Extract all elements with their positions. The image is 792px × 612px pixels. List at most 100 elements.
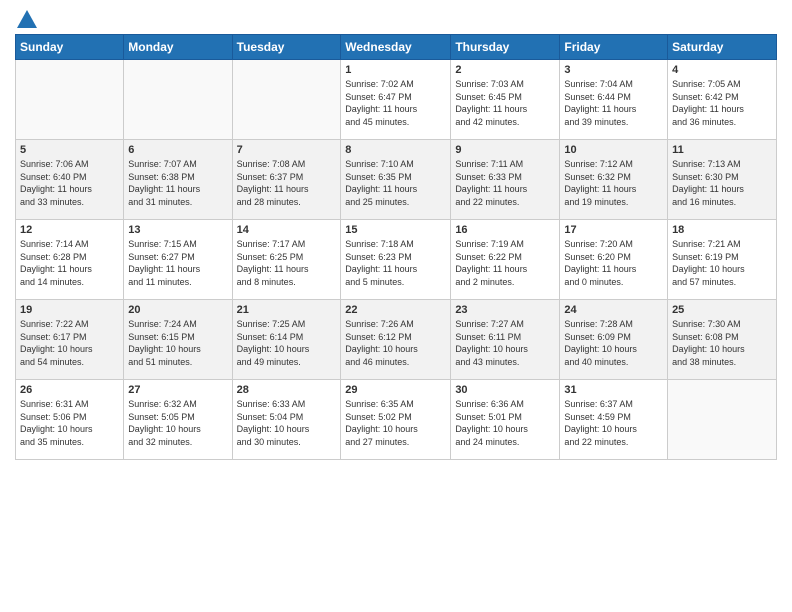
day-number: 2 — [455, 64, 555, 76]
day-info: Sunrise: 7:06 AM Sunset: 6:40 PM Dayligh… — [20, 158, 119, 208]
week-row-3: 12 Sunrise: 7:14 AM Sunset: 6:28 PM Dayli… — [16, 220, 777, 300]
day-number: 30 — [455, 384, 555, 396]
day-number: 14 — [237, 224, 337, 236]
day-cell: 13Sunrise: 7:15 AM Sunset: 6:27 PM Dayli… — [124, 220, 232, 300]
day-number: 29 — [345, 384, 446, 396]
day-info: Sunrise: 7:10 AM Sunset: 6:35 PM Dayligh… — [345, 158, 446, 208]
day-number: 7 — [237, 144, 337, 156]
day-info: Sunrise: 6:36 AM Sunset: 5:01 PM Dayligh… — [455, 398, 555, 448]
day-info: Sunrise: 7:14 AM Sunset: 6:28 PM Dayligh… — [20, 238, 119, 288]
day-number: 28 — [237, 384, 337, 396]
day-number: 19 — [20, 304, 119, 316]
logo-triangle-icon — [17, 10, 37, 28]
day-info: Sunrise: 6:31 AM Sunset: 5:06 PM Dayligh… — [20, 398, 119, 448]
day-header-tuesday: Tuesday — [232, 35, 341, 60]
day-cell: 19 Sunrise: 7:22 AM Sunset: 6:17 PM Dayli… — [16, 300, 124, 380]
day-number: 26 — [20, 384, 119, 396]
day-cell: 29 Sunrise: 6:35 AM Sunset: 5:02 PM Dayli… — [341, 380, 451, 460]
day-number: 15 — [345, 224, 446, 236]
day-number: 9 — [455, 144, 555, 156]
day-cell: 27 Sunrise: 6:32 AM Sunset: 5:05 PM Dayli… — [124, 380, 232, 460]
day-cell: 11 Sunrise: 7:13 AM Sunset: 6:30 PM Dayli… — [668, 140, 777, 220]
day-info: Sunrise: 7:25 AM Sunset: 6:14 PM Dayligh… — [237, 318, 337, 368]
day-info: Sunrise: 6:32 AM Sunset: 5:05 PM Dayligh… — [128, 398, 227, 448]
day-number: 21 — [237, 304, 337, 316]
day-cell: 26 Sunrise: 6:31 AM Sunset: 5:06 PM Dayli… — [16, 380, 124, 460]
day-info: Sunrise: 7:20 AM Sunset: 6:20 PM Dayligh… — [564, 238, 663, 288]
day-cell: 21 Sunrise: 7:25 AM Sunset: 6:14 PM Dayli… — [232, 300, 341, 380]
day-number: 17 — [564, 224, 663, 236]
day-info: Sunrise: 7:02 AM Sunset: 6:47 PM Dayligh… — [345, 78, 446, 128]
day-cell: 23 Sunrise: 7:27 AM Sunset: 6:11 PM Dayli… — [451, 300, 560, 380]
day-number: 18 — [672, 224, 772, 236]
day-cell: 20Sunrise: 7:24 AM Sunset: 6:15 PM Dayli… — [124, 300, 232, 380]
day-info: Sunrise: 7:18 AM Sunset: 6:23 PM Dayligh… — [345, 238, 446, 288]
day-number: 12 — [20, 224, 119, 236]
day-cell: 16 Sunrise: 7:19 AM Sunset: 6:22 PM Dayli… — [451, 220, 560, 300]
day-info: Sunrise: 7:21 AM Sunset: 6:19 PM Dayligh… — [672, 238, 772, 288]
day-cell: 1 Sunrise: 7:02 AM Sunset: 6:47 PM Daylig… — [341, 60, 451, 140]
day-cell: 31 Sunrise: 6:37 AM Sunset: 4:59 PM Dayli… — [560, 380, 668, 460]
day-number: 10 — [564, 144, 663, 156]
day-number: 24 — [564, 304, 663, 316]
day-cell — [124, 60, 232, 140]
day-number: 23 — [455, 304, 555, 316]
day-info: Sunrise: 7:19 AM Sunset: 6:22 PM Dayligh… — [455, 238, 555, 288]
week-row-5: 26 Sunrise: 6:31 AM Sunset: 5:06 PM Dayli… — [16, 380, 777, 460]
day-cell: 7 Sunrise: 7:08 AM Sunset: 6:37 PM Daylig… — [232, 140, 341, 220]
day-cell: 25Sunrise: 7:30 AM Sunset: 6:08 PM Dayli… — [668, 300, 777, 380]
day-cell: 22Sunrise: 7:26 AM Sunset: 6:12 PM Dayli… — [341, 300, 451, 380]
day-cell: 3Sunrise: 7:04 AM Sunset: 6:44 PM Daylig… — [560, 60, 668, 140]
day-cell: 9 Sunrise: 7:11 AM Sunset: 6:33 PM Daylig… — [451, 140, 560, 220]
day-header-monday: Monday — [124, 35, 232, 60]
day-info: Sunrise: 7:13 AM Sunset: 6:30 PM Dayligh… — [672, 158, 772, 208]
day-info: Sunrise: 7:22 AM Sunset: 6:17 PM Dayligh… — [20, 318, 119, 368]
day-info: Sunrise: 7:27 AM Sunset: 6:11 PM Dayligh… — [455, 318, 555, 368]
logo — [15, 10, 37, 26]
day-info: Sunrise: 7:04 AM Sunset: 6:44 PM Dayligh… — [564, 78, 663, 128]
header-row: SundayMondayTuesdayWednesdayThursdayFrid… — [16, 35, 777, 60]
day-info: Sunrise: 7:15 AM Sunset: 6:27 PM Dayligh… — [128, 238, 227, 288]
week-row-4: 19 Sunrise: 7:22 AM Sunset: 6:17 PM Dayli… — [16, 300, 777, 380]
day-cell: 28 Sunrise: 6:33 AM Sunset: 5:04 PM Dayli… — [232, 380, 341, 460]
day-cell: 12 Sunrise: 7:14 AM Sunset: 6:28 PM Dayli… — [16, 220, 124, 300]
week-row-2: 5Sunrise: 7:06 AM Sunset: 6:40 PM Daylig… — [16, 140, 777, 220]
day-info: Sunrise: 6:37 AM Sunset: 4:59 PM Dayligh… — [564, 398, 663, 448]
day-cell: 8 Sunrise: 7:10 AM Sunset: 6:35 PM Daylig… — [341, 140, 451, 220]
day-cell: 24 Sunrise: 7:28 AM Sunset: 6:09 PM Dayli… — [560, 300, 668, 380]
day-info: Sunrise: 7:11 AM Sunset: 6:33 PM Dayligh… — [455, 158, 555, 208]
day-cell: 18 Sunrise: 7:21 AM Sunset: 6:19 PM Dayli… — [668, 220, 777, 300]
day-cell: 17 Sunrise: 7:20 AM Sunset: 6:20 PM Dayli… — [560, 220, 668, 300]
day-cell — [232, 60, 341, 140]
day-number: 11 — [672, 144, 772, 156]
day-info: Sunrise: 7:08 AM Sunset: 6:37 PM Dayligh… — [237, 158, 337, 208]
day-number: 8 — [345, 144, 446, 156]
day-cell: 14 Sunrise: 7:17 AM Sunset: 6:25 PM Dayli… — [232, 220, 341, 300]
day-header-thursday: Thursday — [451, 35, 560, 60]
day-number: 25 — [672, 304, 772, 316]
day-info: Sunrise: 7:24 AM Sunset: 6:15 PM Dayligh… — [128, 318, 227, 368]
day-cell: 4Sunrise: 7:05 AM Sunset: 6:42 PM Daylig… — [668, 60, 777, 140]
day-cell: 15 Sunrise: 7:18 AM Sunset: 6:23 PM Dayli… — [341, 220, 451, 300]
day-info: Sunrise: 7:03 AM Sunset: 6:45 PM Dayligh… — [455, 78, 555, 128]
day-info: Sunrise: 6:35 AM Sunset: 5:02 PM Dayligh… — [345, 398, 446, 448]
day-number: 31 — [564, 384, 663, 396]
day-info: Sunrise: 7:17 AM Sunset: 6:25 PM Dayligh… — [237, 238, 337, 288]
page: SundayMondayTuesdayWednesdayThursdayFrid… — [0, 0, 792, 612]
day-number: 27 — [128, 384, 227, 396]
day-header-saturday: Saturday — [668, 35, 777, 60]
day-cell: 6Sunrise: 7:07 AM Sunset: 6:38 PM Daylig… — [124, 140, 232, 220]
day-number: 4 — [672, 64, 772, 76]
day-info: Sunrise: 7:28 AM Sunset: 6:09 PM Dayligh… — [564, 318, 663, 368]
day-info: Sunrise: 6:33 AM Sunset: 5:04 PM Dayligh… — [237, 398, 337, 448]
day-header-sunday: Sunday — [16, 35, 124, 60]
day-number: 6 — [128, 144, 227, 156]
day-number: 1 — [345, 64, 446, 76]
day-cell — [16, 60, 124, 140]
week-row-1: 1 Sunrise: 7:02 AM Sunset: 6:47 PM Daylig… — [16, 60, 777, 140]
calendar-table: SundayMondayTuesdayWednesdayThursdayFrid… — [15, 34, 777, 460]
day-info: Sunrise: 7:12 AM Sunset: 6:32 PM Dayligh… — [564, 158, 663, 208]
day-number: 16 — [455, 224, 555, 236]
day-cell: 5Sunrise: 7:06 AM Sunset: 6:40 PM Daylig… — [16, 140, 124, 220]
day-cell — [668, 380, 777, 460]
